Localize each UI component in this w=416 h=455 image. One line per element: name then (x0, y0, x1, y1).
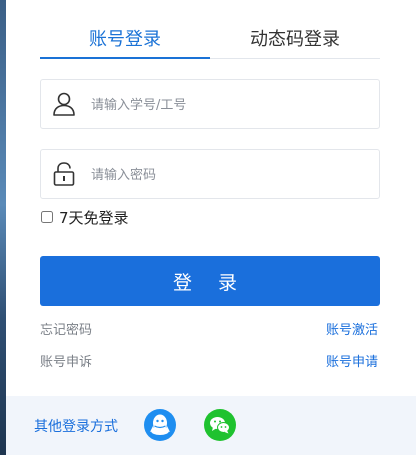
username-input[interactable] (89, 92, 363, 118)
active-tab-indicator (40, 57, 210, 59)
password-field[interactable] (40, 149, 380, 199)
password-input[interactable] (89, 162, 363, 188)
login-tabs: 账号登录 动态码登录 (40, 22, 380, 59)
account-activate-link[interactable]: 账号激活 (326, 322, 378, 340)
other-login-label: 其他登录方式 (34, 419, 118, 435)
remember-checkbox[interactable] (41, 211, 53, 223)
remember-me[interactable]: 7天免登录 (40, 207, 129, 227)
tab-dynamic-code-login[interactable]: 动态码登录 (210, 28, 380, 52)
account-apply-link[interactable]: 账号申请 (326, 354, 378, 372)
user-icon (51, 91, 77, 117)
forgot-password-link[interactable]: 忘记密码 (40, 322, 92, 340)
qq-login-button[interactable] (144, 409, 176, 441)
remember-label: 7天免登录 (59, 208, 129, 227)
username-field[interactable] (40, 79, 380, 129)
login-card: 账号登录 动态码登录 7天免登录 登 录 忘记密码 账号激活 账号申诉 账号申请 (6, 0, 416, 455)
wechat-icon (210, 417, 230, 434)
tab-account-login[interactable]: 账号登录 (40, 28, 210, 52)
lock-icon (51, 161, 77, 187)
wechat-login-button[interactable] (204, 409, 236, 441)
login-button[interactable]: 登 录 (40, 256, 380, 306)
account-appeal-link[interactable]: 账号申诉 (40, 354, 92, 372)
other-login-footer: 其他登录方式 (6, 396, 416, 455)
qq-icon (150, 414, 170, 435)
